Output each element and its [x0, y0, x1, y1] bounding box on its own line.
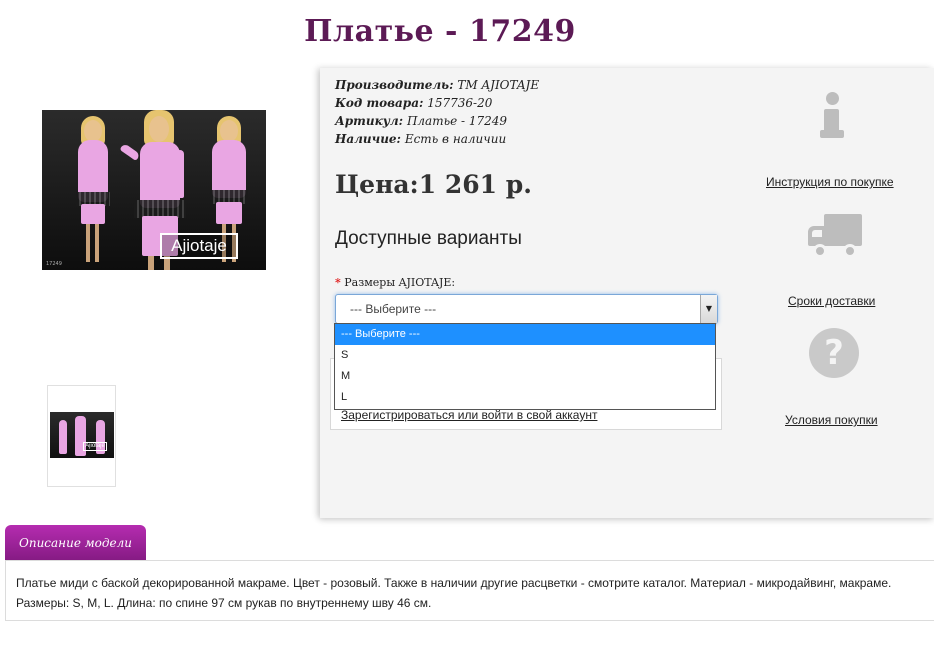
- brand-logo: Ajiotaje: [160, 233, 238, 259]
- thumbnail-logo: Ajiotaje: [83, 442, 107, 451]
- product-info-panel: Производитель: ТМ AJIOTAJE Код товара: 1…: [320, 68, 934, 518]
- purchase-instructions-link[interactable]: Инструкция по покупке: [766, 175, 894, 189]
- size-select[interactable]: --- Выберите --- ▼: [335, 294, 718, 324]
- info-icon: [820, 92, 846, 138]
- required-marker: *: [335, 276, 341, 289]
- tab-model-description[interactable]: Описание модели: [5, 525, 146, 560]
- product-price: Цена:1 261 р.: [335, 170, 532, 199]
- product-thumbnail[interactable]: Ajiotaje: [47, 385, 116, 487]
- size-label-text: Размеры AJIOTAJE:: [344, 276, 456, 289]
- variants-heading: Доступные варианты: [335, 228, 522, 249]
- chevron-down-icon[interactable]: ▼: [700, 295, 717, 323]
- size-option-s[interactable]: S: [335, 345, 715, 366]
- size-option-placeholder[interactable]: --- Выберите ---: [335, 324, 715, 345]
- product-main-image[interactable]: Ajiotaje 17249: [42, 110, 266, 270]
- page-title: Платье - 17249: [304, 14, 576, 49]
- truck-icon: [808, 214, 862, 259]
- register-login-link[interactable]: Зарегистрироваться или войти в свой акка…: [341, 408, 597, 422]
- spec-article: Артикул: Платье - 17249: [335, 114, 508, 128]
- size-field-label: * Размеры AJIOTAJE:: [335, 276, 455, 289]
- size-dropdown-list: --- Выберите --- S M L: [334, 323, 716, 410]
- thumbnail-image: Ajiotaje: [50, 412, 114, 458]
- description-panel: Платье миди с баской декорированной макр…: [5, 560, 934, 621]
- size-select-value: --- Выберите ---: [350, 302, 437, 316]
- size-option-m[interactable]: M: [335, 366, 715, 387]
- purchase-terms-link[interactable]: Условия покупки: [785, 413, 878, 427]
- question-icon: ?: [809, 328, 859, 378]
- description-text: Платье миди с баской декорированной макр…: [16, 576, 892, 610]
- spec-manufacturer: Производитель: ТМ AJIOTAJE: [335, 78, 540, 92]
- product-spec-list: Производитель: ТМ AJIOTAJE Код товара: 1…: [335, 76, 539, 148]
- spec-availability: Наличие: Есть в наличии: [335, 132, 507, 146]
- delivery-times-link[interactable]: Сроки доставки: [788, 294, 875, 308]
- spec-product-code: Код товара: 157736-20: [335, 96, 493, 110]
- photo-caption: 17249: [46, 261, 62, 267]
- size-option-l[interactable]: L: [335, 387, 715, 408]
